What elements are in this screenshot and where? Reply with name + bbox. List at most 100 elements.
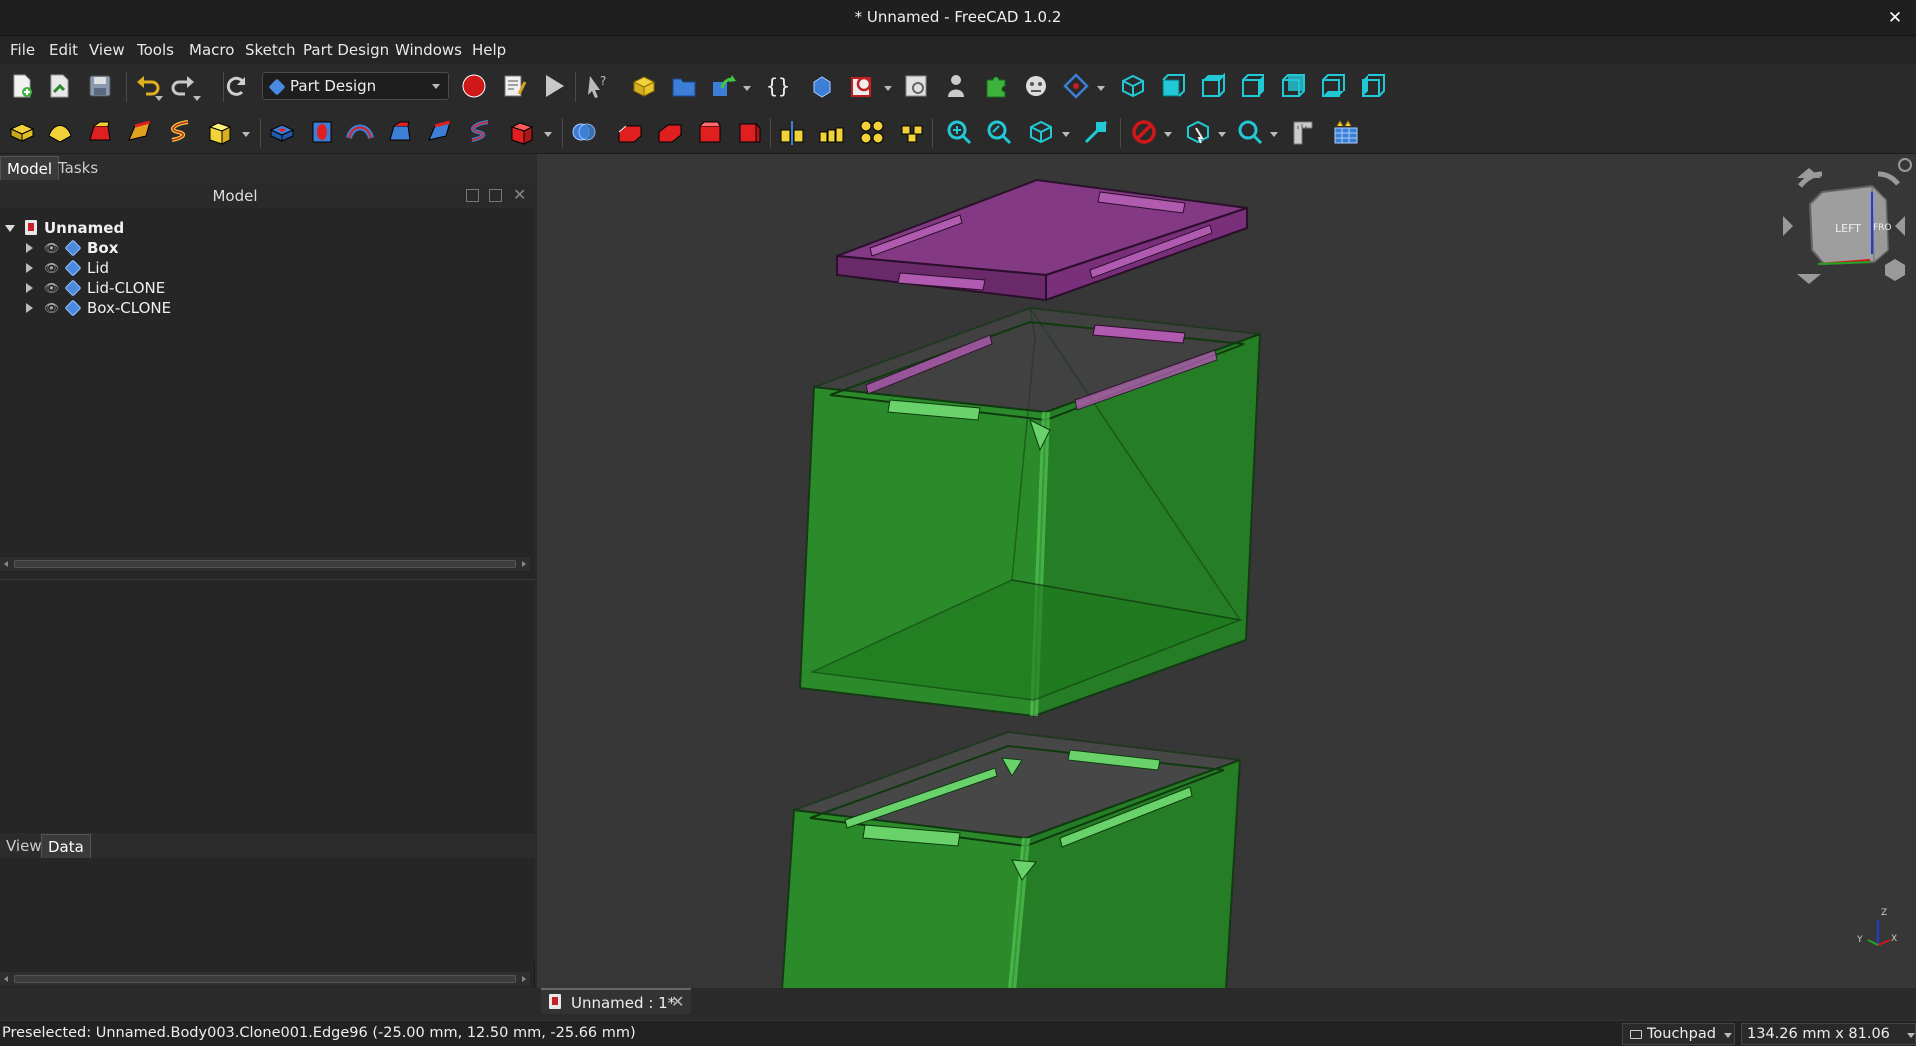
view-menu-cube-icon[interactable]	[1885, 259, 1905, 281]
float-window-icon[interactable]	[489, 189, 502, 202]
refresh-icon[interactable]	[222, 72, 250, 100]
3d-viewport[interactable]: LEFT FRO Z Y X	[537, 154, 1916, 988]
menu-windows[interactable]: Windows	[395, 41, 462, 59]
macro-run-icon[interactable]	[540, 72, 568, 100]
box-clone-model[interactable]	[781, 730, 1242, 988]
nav-arrow-down-icon[interactable]	[1797, 274, 1821, 284]
new-document-icon[interactable]	[8, 72, 36, 100]
assistant-icon[interactable]	[1022, 72, 1050, 100]
whats-this-icon[interactable]: ?	[584, 72, 612, 100]
tab-tasks[interactable]: Tasks	[52, 156, 104, 180]
macro-edit-icon[interactable]	[500, 72, 528, 100]
subtractive-loft-icon[interactable]	[386, 118, 414, 146]
view-front-icon[interactable]	[1159, 72, 1187, 100]
additive-primitive-icon[interactable]	[206, 118, 234, 146]
expand-arrow-icon[interactable]	[26, 243, 33, 253]
expression-braces-icon[interactable]: {}	[763, 72, 791, 100]
pocket-icon[interactable]	[268, 118, 296, 146]
zoom-icon[interactable]	[1236, 118, 1264, 146]
view-rear-icon[interactable]	[1279, 72, 1307, 100]
document-tab[interactable]: Unnamed : 1* ✕	[541, 988, 691, 1014]
rotate-right-icon[interactable]	[1877, 171, 1900, 186]
3d-scene[interactable]: LEFT FRO Z Y X	[537, 154, 1916, 988]
expand-arrow-icon[interactable]	[26, 303, 33, 313]
zoom-fit-icon[interactable]	[945, 118, 973, 146]
window-close-button[interactable]: ✕	[1884, 7, 1906, 29]
subtractive-primitive-icon[interactable]	[508, 118, 536, 146]
menu-file[interactable]: File	[10, 41, 35, 59]
addon-icon[interactable]	[982, 72, 1010, 100]
nav-cube-menu-icon[interactable]	[1898, 158, 1912, 172]
navigation-style-selector[interactable]: Touchpad	[1622, 1023, 1735, 1045]
menu-macro[interactable]: Macro	[189, 41, 234, 59]
tree-item-lid-clone[interactable]: 👁 Lid-CLONE	[0, 278, 535, 298]
tree-horizontal-scrollbar[interactable]	[0, 557, 530, 571]
additive-helix-icon[interactable]	[166, 118, 194, 146]
polar-pattern-icon[interactable]	[858, 118, 886, 146]
multi-transform-icon[interactable]	[898, 118, 926, 146]
groove-icon[interactable]	[346, 118, 374, 146]
fillet-icon[interactable]	[616, 118, 644, 146]
tab-data[interactable]: Data	[41, 834, 91, 858]
property-horizontal-scrollbar[interactable]	[0, 972, 530, 986]
chamfer-icon[interactable]	[656, 118, 684, 146]
close-icon[interactable]: ✕	[513, 185, 526, 204]
close-icon[interactable]: ✕	[671, 992, 684, 1011]
macro-record-icon[interactable]	[460, 72, 488, 100]
collapse-arrow-icon[interactable]	[5, 225, 15, 232]
menu-part-design[interactable]: Part Design	[303, 41, 389, 59]
menu-edit[interactable]: Edit	[49, 41, 78, 59]
create-body-icon[interactable]	[630, 72, 658, 100]
subtractive-pipe-icon[interactable]	[426, 118, 454, 146]
box-model[interactable]	[798, 306, 1262, 718]
menu-help[interactable]: Help	[472, 41, 506, 59]
zoom-selection-icon[interactable]	[985, 118, 1013, 146]
bounding-box-icon[interactable]	[1082, 118, 1110, 146]
view-right-icon[interactable]	[1239, 72, 1267, 100]
tree-item-document[interactable]: Unnamed	[0, 218, 535, 238]
draft-icon[interactable]	[696, 118, 724, 146]
nav-arrow-left-icon[interactable]	[1783, 216, 1793, 236]
additive-loft-icon[interactable]	[86, 118, 114, 146]
visibility-eye-icon[interactable]: 👁	[44, 241, 59, 255]
tree-item-box[interactable]: 👁 Box	[0, 238, 535, 258]
nav-face-front[interactable]: FRO	[1873, 223, 1892, 233]
menu-sketch[interactable]: Sketch	[245, 41, 296, 59]
hole-icon[interactable]	[308, 118, 336, 146]
expand-arrow-icon[interactable]	[26, 263, 33, 273]
navigation-cube[interactable]: LEFT FRO	[1783, 158, 1912, 284]
view-fit-all-icon[interactable]	[1119, 72, 1147, 100]
create-group-icon[interactable]	[670, 72, 698, 100]
visibility-eye-icon[interactable]: 👁	[44, 261, 59, 275]
visibility-eye-icon[interactable]: 👁	[44, 301, 59, 315]
linear-pattern-icon[interactable]	[818, 118, 846, 146]
nav-face-left[interactable]: LEFT	[1835, 222, 1861, 235]
measure-sheet-icon[interactable]	[902, 72, 930, 100]
lid-model[interactable]	[836, 178, 1248, 302]
menu-view[interactable]: View	[89, 41, 125, 59]
visibility-eye-icon[interactable]: 👁	[44, 281, 59, 295]
tree-item-box-clone[interactable]: 👁 Box-CLONE	[0, 298, 535, 318]
spreadsheet-icon[interactable]	[1332, 118, 1360, 146]
datum-icon[interactable]	[848, 72, 876, 100]
measure-distance-icon[interactable]	[1288, 118, 1316, 146]
mirrored-icon[interactable]	[778, 118, 806, 146]
link-icon[interactable]	[710, 72, 738, 100]
revolution-icon[interactable]	[46, 118, 74, 146]
subtractive-helix-icon[interactable]	[466, 118, 494, 146]
toggle-all-icon[interactable]	[1130, 118, 1158, 146]
selection-filter-icon[interactable]	[1184, 118, 1212, 146]
collapse-icon[interactable]	[466, 189, 479, 202]
thickness-icon[interactable]	[736, 118, 764, 146]
menu-tools[interactable]: Tools	[137, 41, 174, 59]
draw-style-icon[interactable]	[1027, 118, 1055, 146]
additive-pipe-icon[interactable]	[126, 118, 154, 146]
view-top-icon[interactable]	[1199, 72, 1227, 100]
save-document-icon[interactable]	[86, 72, 114, 100]
part-icon[interactable]	[808, 72, 836, 100]
material-icon[interactable]	[942, 72, 970, 100]
tab-model[interactable]: Model	[0, 156, 60, 180]
workbench-selector[interactable]: Part Design	[262, 72, 449, 100]
std-view-isometric-icon[interactable]	[1062, 72, 1090, 100]
tree-item-lid[interactable]: 👁 Lid	[0, 258, 535, 278]
